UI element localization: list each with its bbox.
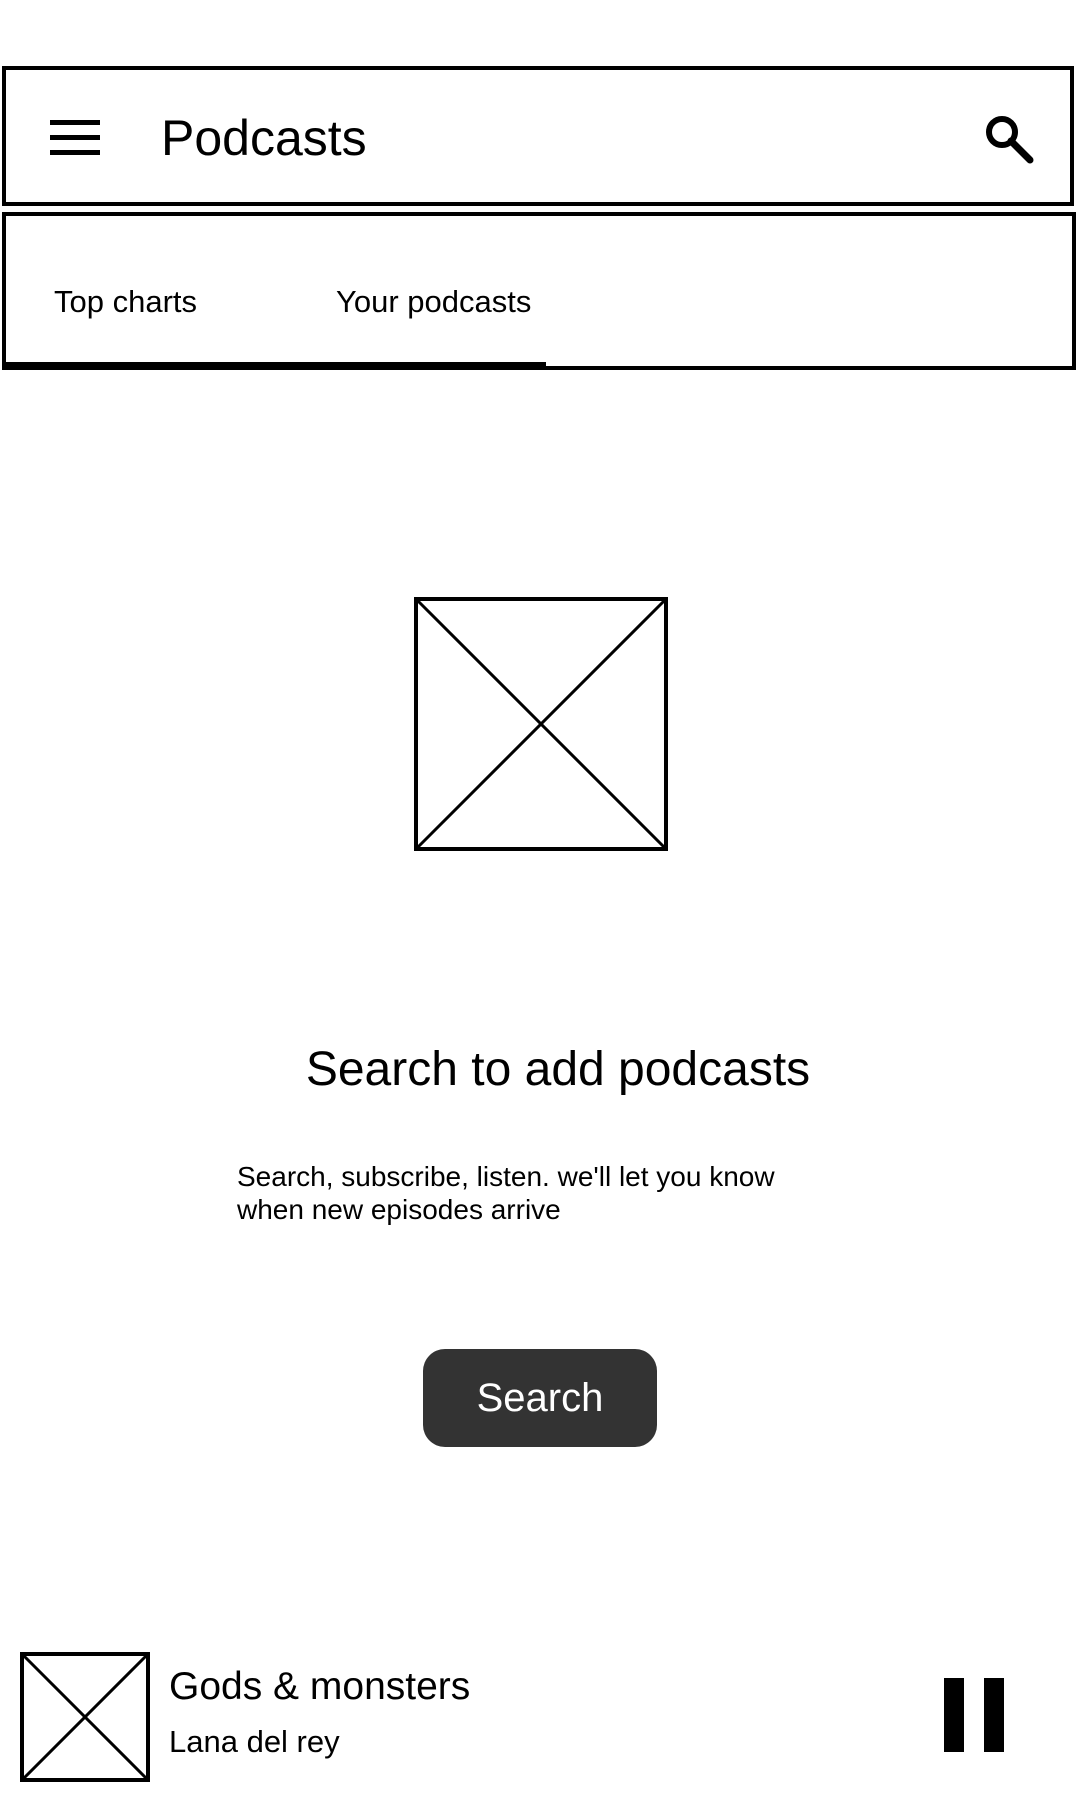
page-title: Podcasts <box>161 110 367 166</box>
tab-your-podcasts[interactable]: Your podcasts <box>336 284 531 320</box>
tab-top-charts[interactable]: Top charts <box>54 284 197 320</box>
now-playing-artist: Lana del rey <box>169 1724 340 1759</box>
now-playing-title: Gods & monsters <box>169 1665 471 1708</box>
search-button[interactable]: Search <box>423 1349 657 1447</box>
pause-icon[interactable] <box>940 1678 1010 1754</box>
hamburger-menu-icon[interactable] <box>50 118 102 158</box>
app-bar: Podcasts <box>2 66 1074 206</box>
empty-state-title: Search to add podcasts <box>305 1043 811 1096</box>
search-icon[interactable] <box>982 112 1036 166</box>
tab-selected-indicator <box>2 362 546 370</box>
now-playing-bar[interactable]: Gods & monsters Lana del rey <box>0 1640 1080 1790</box>
empty-state-description-line1: Search, subscribe, listen. we'll let you… <box>237 1161 775 1192</box>
empty-state-description: Search, subscribe, listen. we'll let you… <box>237 1160 857 1226</box>
now-playing-artwork <box>20 1652 150 1782</box>
empty-state-description-line2: when new episodes arrive <box>237 1194 561 1225</box>
image-placeholder-icon <box>414 597 668 851</box>
tab-bar: Top charts Your podcasts <box>2 212 1076 370</box>
